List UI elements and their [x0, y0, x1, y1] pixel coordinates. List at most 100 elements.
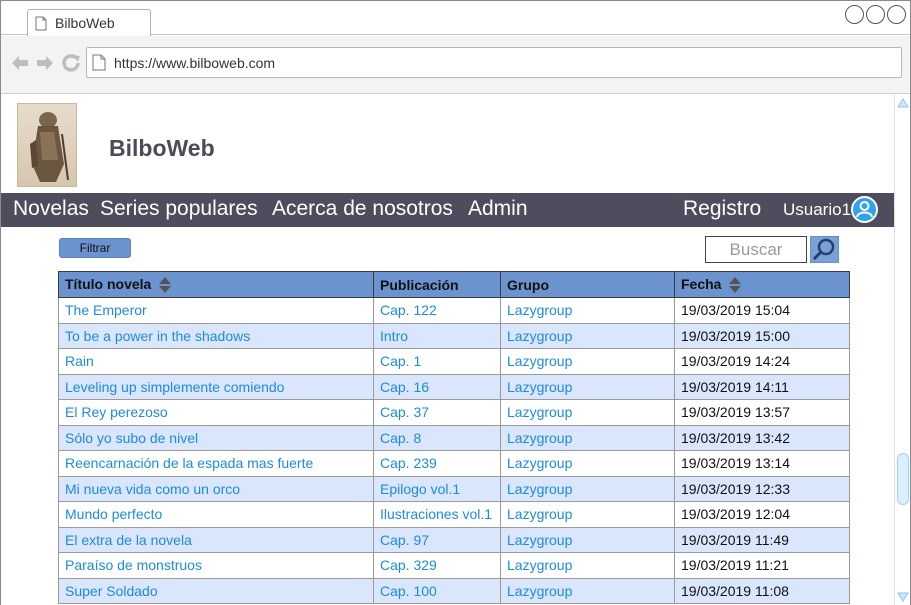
- cell-publicacion[interactable]: Cap. 8: [373, 424, 501, 451]
- cell-publicacion[interactable]: Cap. 97: [373, 526, 501, 553]
- header-publicacion: Publicación: [373, 271, 501, 298]
- cell-fecha: 19/03/2019 14:11: [674, 373, 850, 400]
- search-input[interactable]: Buscar: [705, 236, 807, 263]
- table-row[interactable]: The Emperor Cap. 122 Lazygroup 19/03/2019 1…: [58, 297, 850, 324]
- sort-icon[interactable]: [729, 277, 742, 294]
- cell-grupo[interactable]: Lazygroup: [500, 526, 675, 553]
- cell-fecha: 19/03/2019 13:14: [674, 450, 850, 477]
- cell-publicacion[interactable]: Ilustraciones vol.1: [373, 501, 501, 528]
- cell-titulo[interactable]: Sólo yo subo de nivel: [58, 424, 374, 451]
- cell-grupo[interactable]: Lazygroup: [500, 450, 675, 477]
- cell-grupo[interactable]: Lazygroup: [500, 348, 675, 375]
- cell-titulo[interactable]: To be a power in the shadows: [58, 322, 374, 349]
- table-header-row: Título novela Publicación Grupo Fecha: [58, 271, 850, 298]
- cell-grupo[interactable]: Lazygroup: [500, 297, 675, 324]
- site-header: BilboWeb: [1, 95, 894, 193]
- table-row[interactable]: Paraíso de monstruos Cap. 329 Lazygroup 19/…: [58, 552, 850, 579]
- table-row[interactable]: Super Soldado Cap. 100 Lazygroup 19/03/2019…: [58, 577, 850, 604]
- browser-tab[interactable]: BilboWeb: [27, 9, 151, 36]
- menu-novelas[interactable]: Novelas: [13, 197, 89, 221]
- cell-grupo[interactable]: Lazygroup: [500, 577, 675, 604]
- cell-publicacion[interactable]: Cap. 100: [373, 577, 501, 604]
- user-name[interactable]: Usuario1: [783, 200, 851, 220]
- forward-arrow-icon[interactable]: [35, 53, 55, 73]
- page-content: BilboWeb Novelas Series populares Acerca…: [1, 95, 894, 605]
- novels-table: Título novela Publicación Grupo Fecha Th…: [58, 271, 850, 604]
- back-arrow-icon[interactable]: [10, 53, 30, 73]
- cell-grupo[interactable]: Lazygroup: [500, 475, 675, 502]
- cell-titulo[interactable]: El Rey perezoso: [58, 399, 374, 426]
- menu-admin[interactable]: Admin: [468, 197, 528, 221]
- cell-titulo[interactable]: Reencarnación de la espada mas fuerte: [58, 450, 374, 477]
- menu-acerca-de-nosotros[interactable]: Acerca de nosotros: [272, 197, 453, 221]
- address-bar[interactable]: https://www.bilboweb.com: [86, 47, 902, 78]
- cell-fecha: 19/03/2019 12:33: [674, 475, 850, 502]
- page-icon: [35, 16, 47, 31]
- cell-grupo[interactable]: Lazygroup: [500, 373, 675, 400]
- window-controls: [845, 5, 906, 24]
- user-avatar-icon[interactable]: [851, 196, 878, 223]
- vertical-scrollbar[interactable]: [894, 95, 910, 605]
- knight-figure-icon: [30, 112, 69, 182]
- cell-publicacion[interactable]: Cap. 329: [373, 552, 501, 579]
- menu-registro[interactable]: Registro: [683, 197, 761, 221]
- cell-titulo[interactable]: Paraíso de monstruos: [58, 552, 374, 579]
- header-titulo[interactable]: Título novela: [58, 271, 374, 298]
- cell-titulo[interactable]: Leveling up simplemente comiendo: [58, 373, 374, 400]
- cell-publicacion[interactable]: Cap. 122: [373, 297, 501, 324]
- sort-icon[interactable]: [159, 277, 172, 294]
- scroll-down-icon[interactable]: [897, 592, 909, 602]
- table-row[interactable]: Sólo yo subo de nivel Cap. 8 Lazygroup 19/0…: [58, 424, 850, 451]
- cell-titulo[interactable]: Mundo perfecto: [58, 501, 374, 528]
- site-title: BilboWeb: [109, 135, 215, 161]
- url-text: https://www.bilboweb.com: [114, 55, 276, 71]
- table-row[interactable]: El extra de la novela Cap. 97 Lazygroup 19/…: [58, 526, 850, 553]
- cell-fecha: 19/03/2019 11:49: [674, 526, 850, 553]
- cell-publicacion[interactable]: Cap. 239: [373, 450, 501, 477]
- cell-fecha: 19/03/2019 13:42: [674, 424, 850, 451]
- cell-titulo[interactable]: Mi nueva vida como un orco: [58, 475, 374, 502]
- close-button[interactable]: [887, 5, 906, 24]
- table-row[interactable]: Rain Cap. 1 Lazygroup 19/03/2019 14:24: [58, 348, 850, 375]
- search-button[interactable]: [810, 236, 839, 263]
- cell-publicacion[interactable]: Cap. 1: [373, 348, 501, 375]
- cell-fecha: 19/03/2019 15:00: [674, 322, 850, 349]
- cell-titulo[interactable]: El extra de la novela: [58, 526, 374, 553]
- navigation-bar: https://www.bilboweb.com: [1, 36, 910, 94]
- maximize-button[interactable]: [866, 5, 885, 24]
- menu-series-populares[interactable]: Series populares: [100, 197, 258, 221]
- cell-titulo[interactable]: The Emperor: [58, 297, 374, 324]
- scrollbar-thumb[interactable]: [897, 453, 909, 505]
- cell-fecha: 19/03/2019 15:04: [674, 297, 850, 324]
- cell-publicacion[interactable]: Intro: [373, 322, 501, 349]
- cell-publicacion[interactable]: Cap. 37: [373, 399, 501, 426]
- table-row[interactable]: To be a power in the shadows Intro Lazygro…: [58, 322, 850, 349]
- cell-grupo[interactable]: Lazygroup: [500, 501, 675, 528]
- cell-fecha: 19/03/2019 13:57: [674, 399, 850, 426]
- table-row[interactable]: Reencarnación de la espada mas fuerte Cap…: [58, 450, 850, 477]
- table-row[interactable]: El Rey perezoso Cap. 37 Lazygroup 19/03/201…: [58, 399, 850, 426]
- cell-titulo[interactable]: Rain: [58, 348, 374, 375]
- main-menu-bar: Novelas Series populares Acerca de nosot…: [1, 193, 894, 227]
- cell-grupo[interactable]: Lazygroup: [500, 322, 675, 349]
- cell-grupo[interactable]: Lazygroup: [500, 424, 675, 451]
- filter-button[interactable]: Filtrar: [59, 238, 131, 258]
- table-row[interactable]: Mi nueva vida como un orco Epilogo vol.1 L…: [58, 475, 850, 502]
- magnifier-icon: [812, 238, 835, 261]
- header-grupo: Grupo: [500, 271, 675, 298]
- header-fecha[interactable]: Fecha: [674, 271, 850, 298]
- cell-publicacion[interactable]: Cap. 16: [373, 373, 501, 400]
- site-logo[interactable]: [17, 103, 77, 187]
- cell-titulo[interactable]: Super Soldado: [58, 577, 374, 604]
- cell-grupo[interactable]: Lazygroup: [500, 399, 675, 426]
- tab-strip: BilboWeb: [1, 1, 910, 36]
- cell-publicacion[interactable]: Epilogo vol.1: [373, 475, 501, 502]
- table-row[interactable]: Mundo perfecto Ilustraciones vol.1 Lazygro…: [58, 501, 850, 528]
- cell-grupo[interactable]: Lazygroup: [500, 552, 675, 579]
- cell-fecha: 19/03/2019 11:21: [674, 552, 850, 579]
- tab-title: BilboWeb: [55, 15, 115, 31]
- scroll-up-icon[interactable]: [897, 98, 909, 108]
- table-row[interactable]: Leveling up simplemente comiendo Cap. 16 L…: [58, 373, 850, 400]
- reload-icon[interactable]: [61, 53, 81, 73]
- minimize-button[interactable]: [845, 5, 864, 24]
